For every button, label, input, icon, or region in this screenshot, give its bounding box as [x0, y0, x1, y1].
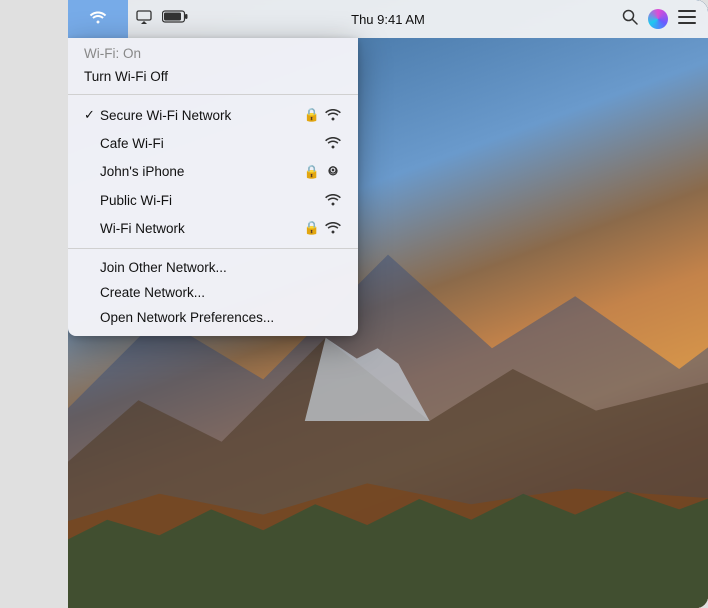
- lock-icon: 🔒: [304, 107, 320, 123]
- menu-icon[interactable]: [678, 10, 696, 29]
- network-name: John's iPhone: [100, 164, 304, 179]
- network-icons: 🔒: [304, 220, 342, 237]
- wifi-signal-icon: [324, 107, 342, 124]
- battery-icon[interactable]: [162, 10, 188, 28]
- wifi-signal-icon: [324, 220, 342, 237]
- network-icons: 🔒: [304, 162, 342, 181]
- network-icons: 🔒: [304, 107, 342, 124]
- open-network-preferences-button[interactable]: Open Network Preferences...: [68, 305, 358, 330]
- network-item-secure[interactable]: ✓ Secure Wi-Fi Network 🔒: [68, 101, 358, 129]
- airplay-icon[interactable]: [136, 10, 152, 29]
- menu-bar: Thu 9:41 AM: [68, 0, 708, 38]
- hotspot-icon: [324, 162, 342, 181]
- menubar-right-icons: [622, 9, 696, 30]
- menubar-time: Thu 9:41 AM: [351, 12, 425, 27]
- menubar-left-icons: [128, 10, 188, 29]
- search-icon[interactable]: [622, 9, 638, 30]
- networks-section: ✓ Secure Wi-Fi Network 🔒 Cafe W: [68, 95, 358, 248]
- network-item-wifi-network[interactable]: Wi-Fi Network 🔒: [68, 214, 358, 242]
- network-name: Secure Wi-Fi Network: [100, 108, 304, 123]
- wifi-signal-icon: [324, 135, 342, 152]
- wifi-menu-button[interactable]: [68, 0, 128, 38]
- wifi-status-header: Wi-Fi: On: [68, 38, 358, 65]
- network-item-cafe[interactable]: Cafe Wi-Fi: [68, 129, 358, 157]
- join-other-network-button[interactable]: Join Other Network...: [68, 255, 358, 280]
- network-name: Wi-Fi Network: [100, 221, 304, 236]
- network-icons: [324, 192, 342, 209]
- create-network-button[interactable]: Create Network...: [68, 280, 358, 305]
- network-item-iphone[interactable]: John's iPhone 🔒: [68, 157, 358, 186]
- wifi-signal-icon: [324, 192, 342, 209]
- siri-icon[interactable]: [648, 9, 668, 29]
- checkmark-icon: ✓: [84, 107, 100, 123]
- network-item-public[interactable]: Public Wi-Fi: [68, 186, 358, 214]
- wifi-dropdown-menu: Wi-Fi: On Turn Wi-Fi Off ✓ Secure Wi-Fi …: [68, 38, 358, 336]
- network-name: Public Wi-Fi: [100, 193, 324, 208]
- menu-actions-section: Join Other Network... Create Network... …: [68, 249, 358, 336]
- lock-icon: 🔒: [304, 164, 320, 180]
- network-icons: [324, 135, 342, 152]
- wifi-active-icon: [89, 10, 107, 29]
- turn-wifi-off-button[interactable]: Turn Wi-Fi Off: [68, 65, 358, 94]
- menubar-center: Thu 9:41 AM: [351, 12, 425, 27]
- lock-icon: 🔒: [304, 220, 320, 236]
- network-name: Cafe Wi-Fi: [100, 136, 324, 151]
